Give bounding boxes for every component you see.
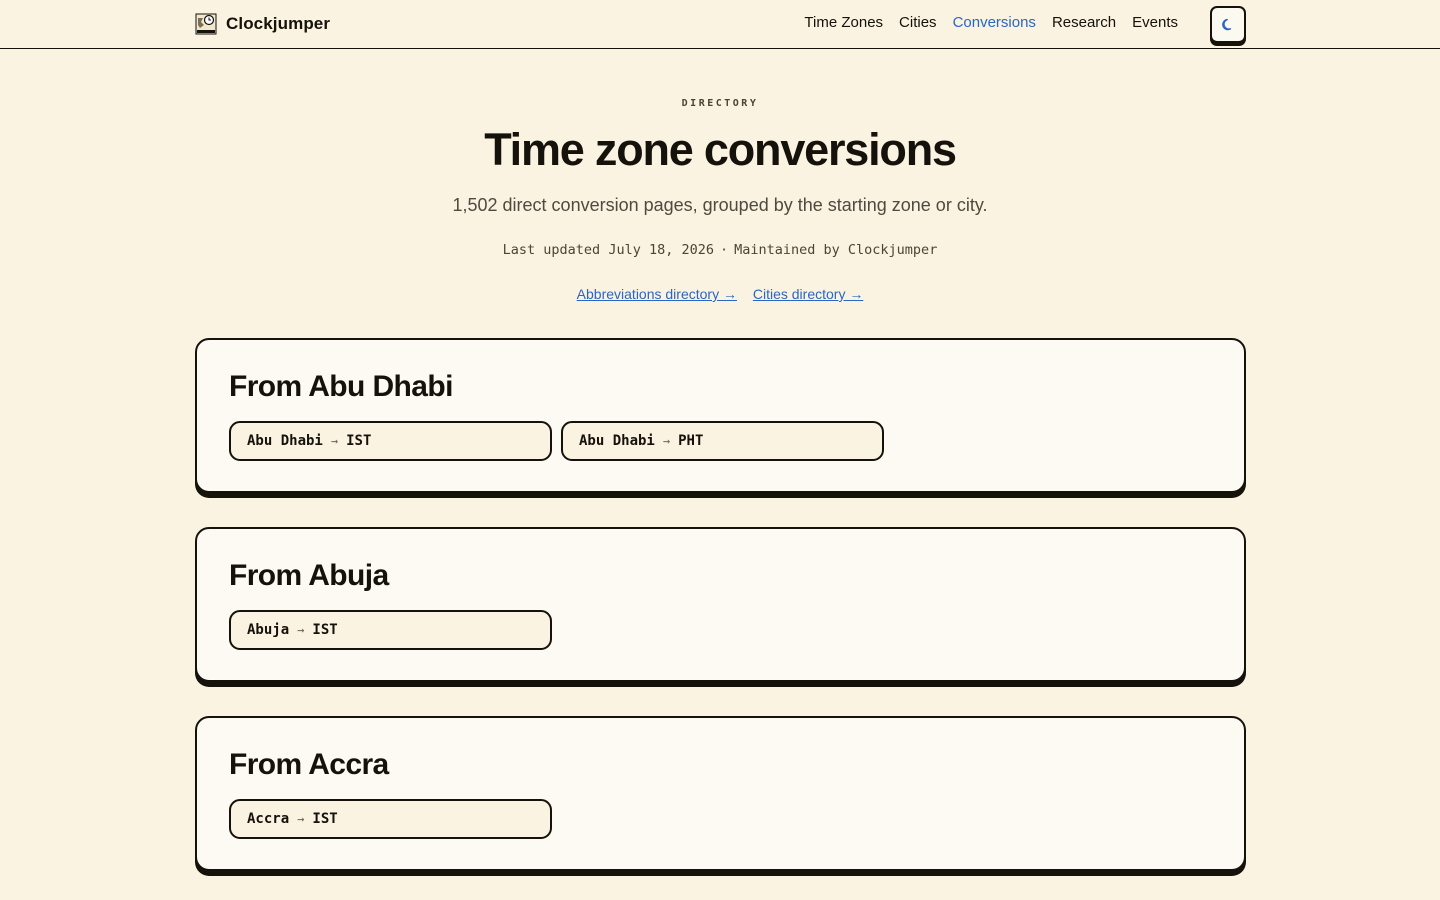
conversion-link-abuja-ist[interactable]: Abuja → IST — [229, 610, 552, 650]
group-heading: From Accra — [229, 748, 389, 781]
group-card-abuja: From Abuja Abuja → IST — [195, 527, 1246, 682]
conversion-from: Abu Dhabi — [579, 433, 655, 449]
arrow-right-icon: → — [297, 623, 305, 637]
main-nav: Time Zones Cities Conversions Research E… — [804, 14, 1178, 31]
conversion-from: Accra — [247, 811, 290, 827]
conversion-link-accra-ist[interactable]: Accra → IST — [229, 799, 552, 839]
conversion-to: IST — [312, 811, 338, 827]
clock-map-logo-icon — [195, 13, 217, 35]
conversion-from: Abuja — [247, 622, 290, 638]
section-eyebrow: DIRECTORY — [681, 98, 759, 109]
nav-cities[interactable]: Cities — [899, 14, 937, 31]
theme-toggle-button[interactable] — [1210, 6, 1246, 43]
moon-icon — [1222, 18, 1232, 30]
group-card-accra: From Accra Accra → IST — [195, 716, 1246, 871]
group-heading: From Abu Dhabi — [229, 370, 453, 403]
brand-name: Clockjumper — [226, 14, 331, 33]
arrow-right-icon: → — [330, 434, 339, 448]
directory-links: Abbreviations directory → Cities directo… — [0, 286, 1440, 302]
conversion-list: Abu Dhabi → IST Abu Dhabi → PHT — [229, 421, 884, 461]
nav-time-zones[interactable]: Time Zones — [804, 14, 883, 31]
arrow-right-icon: → — [297, 812, 305, 826]
conversion-link-abu-dhabi-pht[interactable]: Abu Dhabi → PHT — [561, 421, 884, 461]
cities-directory-link[interactable]: Cities directory → — [753, 286, 863, 302]
meta-separator: · — [719, 242, 729, 258]
group-card-abu-dhabi: From Abu Dhabi Abu Dhabi → IST Abu Dhabi → P… — [195, 338, 1246, 493]
top-nav: Clockjumper Time Zones Cities Conversion… — [0, 0, 1440, 49]
group-heading: From Abuja — [229, 559, 389, 592]
maintainer: Maintained by Clockjumper — [734, 242, 938, 258]
conversion-to: IST — [312, 622, 338, 638]
nav-conversions[interactable]: Conversions — [953, 14, 1036, 31]
last-updated: Last updated July 18, 2026 — [502, 242, 714, 258]
conversion-from: Abu Dhabi — [247, 433, 323, 449]
page-subtitle: 1,502 direct conversion pages, grouped b… — [452, 195, 988, 215]
page-meta: Last updated July 18, 2026 · Maintained by… — [0, 242, 1440, 258]
abbreviations-directory-link[interactable]: Abbreviations directory → — [577, 286, 737, 302]
nav-research[interactable]: Research — [1052, 14, 1116, 31]
conversion-list: Abuja → IST — [229, 610, 552, 650]
conversion-to: IST — [346, 433, 372, 449]
nav-events[interactable]: Events — [1132, 14, 1178, 31]
conversion-link-abu-dhabi-ist[interactable]: Abu Dhabi → IST — [229, 421, 552, 461]
page-title: Time zone conversions — [484, 124, 957, 175]
arrow-right-icon: → — [662, 434, 671, 448]
brand-home-link[interactable]: Clockjumper — [195, 12, 330, 36]
conversion-to: PHT — [678, 433, 704, 449]
conversion-list: Accra → IST — [229, 799, 552, 839]
